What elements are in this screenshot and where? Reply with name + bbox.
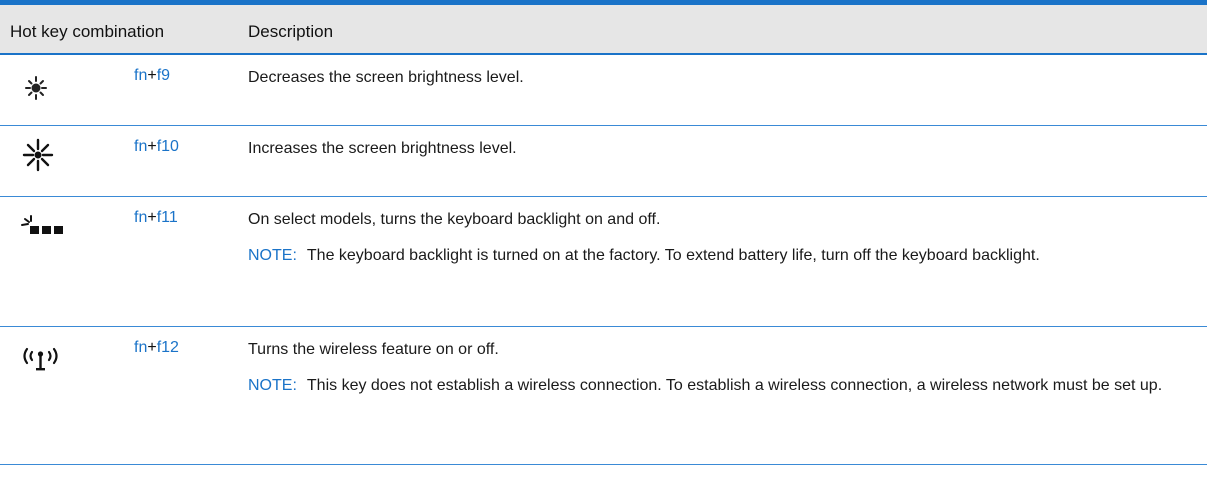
hotkey-combo: fn+f10 bbox=[134, 138, 179, 156]
fn-key-link[interactable]: fn bbox=[134, 138, 147, 155]
brightness-up-icon bbox=[20, 136, 100, 176]
note-block: NOTE: This key does not establish a wirel… bbox=[248, 375, 1188, 397]
plus-sign: + bbox=[147, 138, 157, 155]
note-text: This key does not establish a wireless c… bbox=[306, 377, 1163, 394]
hotkey-combo: fn+f9 bbox=[134, 67, 170, 85]
description-text: Turns the wireless feature on or off. bbox=[248, 341, 499, 358]
f12-key-link[interactable]: f12 bbox=[157, 339, 179, 356]
f11-key-link[interactable]: f11 bbox=[157, 209, 178, 226]
fn-key-link[interactable]: fn bbox=[134, 209, 147, 226]
brightness-down-icon bbox=[20, 69, 100, 109]
plus-sign: + bbox=[147, 67, 157, 84]
plus-sign: + bbox=[147, 339, 157, 356]
row-description: On select models, turns the keyboard bac… bbox=[248, 209, 1188, 267]
row-description: Turns the wireless feature on or off. NO… bbox=[248, 339, 1188, 397]
table-row: fn+f11 On select models, turns the keybo… bbox=[0, 197, 1207, 327]
table-header: Hot key combination Description bbox=[0, 5, 1207, 55]
f9-key-link[interactable]: f9 bbox=[157, 67, 170, 84]
table-row: fn+f10 Increases the screen brightness l… bbox=[0, 126, 1207, 197]
wireless-icon bbox=[20, 341, 100, 381]
note-text: The keyboard backlight is turned on at t… bbox=[306, 247, 1040, 264]
hotkey-combo: fn+f11 bbox=[134, 209, 178, 227]
header-description: Description bbox=[248, 22, 334, 41]
table-row: fn+f9 Decreases the screen brightness le… bbox=[0, 55, 1207, 126]
description-text: Increases the screen brightness level. bbox=[248, 140, 517, 157]
description-text: Decreases the screen brightness level. bbox=[248, 69, 524, 86]
f10-key-link[interactable]: f10 bbox=[157, 138, 179, 155]
row-description: Increases the screen brightness level. bbox=[248, 138, 1188, 160]
hotkey-combo: fn+f12 bbox=[134, 339, 179, 357]
header-hotkey-combination: Hot key combination bbox=[10, 22, 165, 41]
description-text: On select models, turns the keyboard bac… bbox=[248, 211, 661, 228]
note-label: NOTE: bbox=[248, 247, 297, 264]
note-block: NOTE: The keyboard backlight is turned on… bbox=[248, 245, 1188, 267]
table-row: fn+f12 Turns the wireless feature on or … bbox=[0, 327, 1207, 465]
row-description: Decreases the screen brightness level. bbox=[248, 67, 1188, 89]
fn-key-link[interactable]: fn bbox=[134, 339, 147, 356]
keyboard-backlight-icon bbox=[20, 211, 100, 251]
plus-sign: + bbox=[147, 209, 157, 226]
hotkey-table: Hot key combination Description fn+f9 De… bbox=[0, 0, 1207, 489]
note-label: NOTE: bbox=[248, 377, 297, 394]
fn-key-link[interactable]: fn bbox=[134, 67, 147, 84]
